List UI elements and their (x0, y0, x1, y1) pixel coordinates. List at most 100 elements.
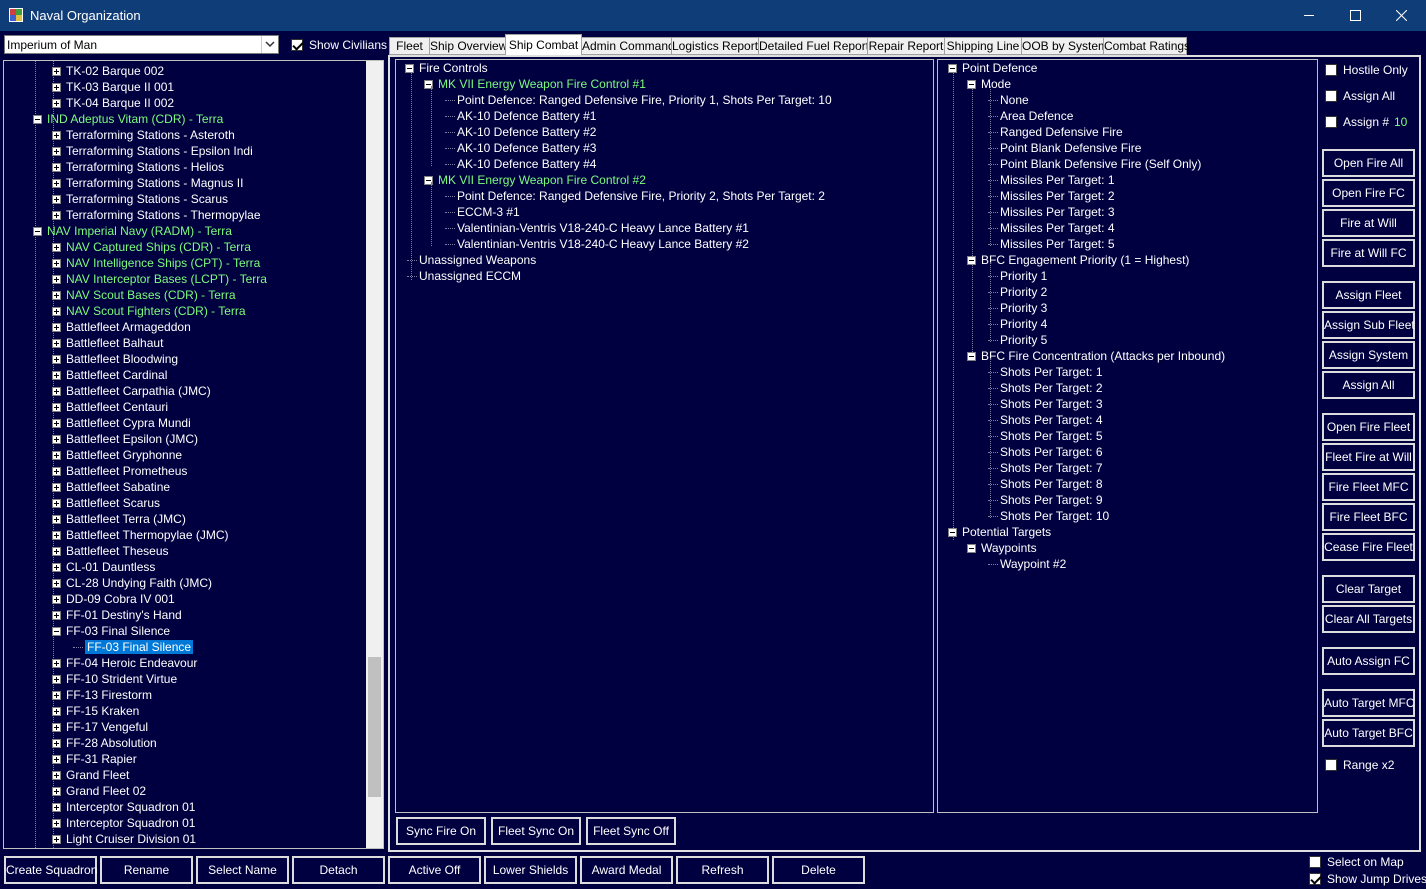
collapse-minus-icon[interactable] (967, 256, 976, 265)
pd-mode-option[interactable]: None (1000, 92, 1029, 108)
pd-mode-option[interactable]: Ranged Defensive Fire (1000, 124, 1123, 140)
pd-priority-option[interactable]: Priority 5 (1000, 332, 1047, 348)
tab-fleet[interactable]: Fleet (389, 37, 430, 55)
point-defence-root[interactable]: Point Defence (962, 60, 1037, 76)
pd-shots-option[interactable]: Shots Per Target: 8 (1000, 476, 1103, 492)
open-fire-all-button[interactable]: Open Fire All (1322, 149, 1415, 177)
tab-shipping-line[interactable]: Shipping Line (944, 37, 1022, 55)
pd-mode-option[interactable]: Missiles Per Target: 4 (1000, 220, 1115, 236)
collapse-minus-icon[interactable] (948, 528, 957, 537)
expand-plus-icon[interactable] (52, 131, 61, 140)
open-fire-fc-button[interactable]: Open Fire FC (1322, 179, 1415, 207)
fleet-tree-item[interactable]: LAV-07 Av... (66, 847, 130, 848)
pd-shots-option[interactable]: Shots Per Target: 4 (1000, 412, 1103, 428)
fire-control-2-item[interactable]: Point Defence: Ranged Defensive Fire, Pr… (457, 188, 825, 204)
fire-control-1-item[interactable]: AK-10 Defence Battery #3 (457, 140, 596, 156)
fleet-tree-item[interactable]: Battlefleet Terra (JMC) (66, 511, 186, 527)
collapse-minus-icon[interactable] (33, 227, 42, 236)
unassigned-eccm[interactable]: Unassigned ECCM (419, 268, 521, 284)
fleet-tree-item[interactable]: Terraforming Stations - Asteroth (66, 127, 235, 143)
expand-plus-icon[interactable] (52, 451, 61, 460)
point-defence-tree[interactable]: Point Defence Mode None Area Defence Ranged … (937, 59, 1318, 813)
fire-at-will-fc-button[interactable]: Fire at Will FC (1322, 239, 1415, 267)
tab-admin-command[interactable]: Admin Command (581, 37, 675, 55)
fleet-tree-item[interactable]: CL-01 Dauntless (66, 559, 155, 575)
select-on-map-checkbox[interactable] (1309, 856, 1321, 868)
expand-plus-icon[interactable] (52, 835, 61, 844)
assign-number-value[interactable]: 10 (1394, 115, 1407, 129)
hostile-only-checkbox[interactable] (1325, 64, 1337, 76)
open-fire-fleet-button[interactable]: Open Fire Fleet (1322, 413, 1415, 441)
fleet-tree-item[interactable]: FF-03 Final Silence (66, 623, 170, 639)
delete-button[interactable]: Delete (772, 856, 865, 884)
potential-targets[interactable]: Potential Targets (962, 524, 1051, 540)
create-squadron-button[interactable]: Create Squadron (4, 856, 97, 884)
expand-plus-icon[interactable] (52, 83, 61, 92)
fleet-tree-item[interactable]: Grand Fleet (66, 767, 129, 783)
fleet-tree-scrollbar[interactable] (366, 61, 383, 848)
active-off-button[interactable]: Active Off (388, 856, 481, 884)
fire-control-2-item[interactable]: Valentinian-Ventris V18-240-C Heavy Lanc… (457, 220, 749, 236)
fleet-tree-item[interactable]: NAV Scout Fighters (CDR) - Terra (66, 303, 246, 319)
fleet-tree-item[interactable]: Battlefleet Cypra Mundi (66, 415, 191, 431)
pd-mode[interactable]: Mode (981, 76, 1011, 92)
expand-plus-icon[interactable] (52, 179, 61, 188)
fleet-tree-item[interactable]: Battlefleet Cardinal (66, 367, 167, 383)
fleet-tree-item[interactable]: Interceptor Squadron 01 (66, 799, 195, 815)
auto-target-mfc-button[interactable]: Auto Target MFC (1322, 689, 1415, 717)
fleet-tree-item[interactable]: Battlefleet Sabatine (66, 479, 170, 495)
fleet-tree-item[interactable]: DD-09 Cobra IV 001 (66, 591, 175, 607)
fleet-tree-item[interactable]: Battlefleet Epsilon (JMC) (66, 431, 198, 447)
expand-plus-icon[interactable] (52, 291, 61, 300)
cease-fire-fleet-button[interactable]: Cease Fire Fleet (1322, 533, 1415, 561)
collapse-minus-icon[interactable] (33, 115, 42, 124)
award-medal-button[interactable]: Award Medal (580, 856, 673, 884)
waypoint-item[interactable]: Waypoint #2 (1000, 556, 1066, 572)
expand-plus-icon[interactable] (52, 755, 61, 764)
expand-plus-icon[interactable] (52, 563, 61, 572)
fleet-tree-item[interactable]: FF-31 Rapier (66, 751, 137, 767)
fleet-tree-item[interactable]: Battlefleet Carpathia (JMC) (66, 383, 211, 399)
pd-shots-option[interactable]: Shots Per Target: 10 (1000, 508, 1109, 524)
expand-plus-icon[interactable] (52, 579, 61, 588)
fire-control-1-item[interactable]: Point Defence: Ranged Defensive Fire, Pr… (457, 92, 832, 108)
pd-mode-option[interactable]: Area Defence (1000, 108, 1073, 124)
pd-mode-option[interactable]: Point Blank Defensive Fire (1000, 140, 1141, 156)
expand-plus-icon[interactable] (52, 531, 61, 540)
expand-plus-icon[interactable] (52, 595, 61, 604)
close-button[interactable] (1378, 0, 1424, 31)
waypoints[interactable]: Waypoints (981, 540, 1037, 556)
tab-detailed-fuel-report[interactable]: Detailed Fuel Report (758, 37, 869, 55)
fleet-tree-item[interactable]: Light Cruiser Division 01 (66, 831, 196, 847)
fleet-tree-item[interactable]: NAV Captured Ships (CDR) - Terra (66, 239, 251, 255)
pd-mode-option[interactable]: Point Blank Defensive Fire (Self Only) (1000, 156, 1201, 172)
pd-shots-option[interactable]: Shots Per Target: 5 (1000, 428, 1103, 444)
detach-button[interactable]: Detach (292, 856, 385, 884)
expand-plus-icon[interactable] (52, 211, 61, 220)
expand-plus-icon[interactable] (52, 435, 61, 444)
expand-plus-icon[interactable] (52, 371, 61, 380)
fleet-tree-item[interactable]: Battlefleet Prometheus (66, 463, 187, 479)
expand-plus-icon[interactable] (52, 675, 61, 684)
tab-ship-combat[interactable]: Ship Combat (505, 34, 582, 56)
select-name-button[interactable]: Select Name (196, 856, 289, 884)
expand-plus-icon[interactable] (52, 147, 61, 156)
fleet-tree-item[interactable]: TK-02 Barque 002 (66, 63, 164, 79)
tab-ship-overview[interactable]: Ship Overview (429, 37, 507, 55)
fleet-tree-item[interactable]: Battlefleet Balhaut (66, 335, 163, 351)
fleet-tree-item[interactable]: Terraforming Stations - Helios (66, 159, 224, 175)
scrollbar-thumb[interactable] (368, 657, 381, 797)
pd-shots-option[interactable]: Shots Per Target: 2 (1000, 380, 1103, 396)
tab-logistics-report[interactable]: Logistics Report (671, 37, 759, 55)
expand-plus-icon[interactable] (52, 323, 61, 332)
pd-mode-option[interactable]: Missiles Per Target: 5 (1000, 236, 1115, 252)
fleet-tree-item[interactable]: FF-10 Strident Virtue (66, 671, 177, 687)
fire-fleet-bfc-button[interactable]: Fire Fleet BFC (1322, 503, 1415, 531)
expand-plus-icon[interactable] (52, 403, 61, 412)
fire-controls-root[interactable]: Fire Controls (419, 60, 488, 76)
auto-target-bfc-button[interactable]: Auto Target BFC (1322, 719, 1415, 747)
fire-control-1-item[interactable]: AK-10 Defence Battery #4 (457, 156, 596, 172)
auto-assign-fc-button[interactable]: Auto Assign FC (1322, 647, 1415, 675)
assign-fleet-button[interactable]: Assign Fleet (1322, 281, 1415, 309)
fire-controls-tree[interactable]: Fire Controls MK VII Energy Weapon Fire C… (395, 59, 934, 813)
